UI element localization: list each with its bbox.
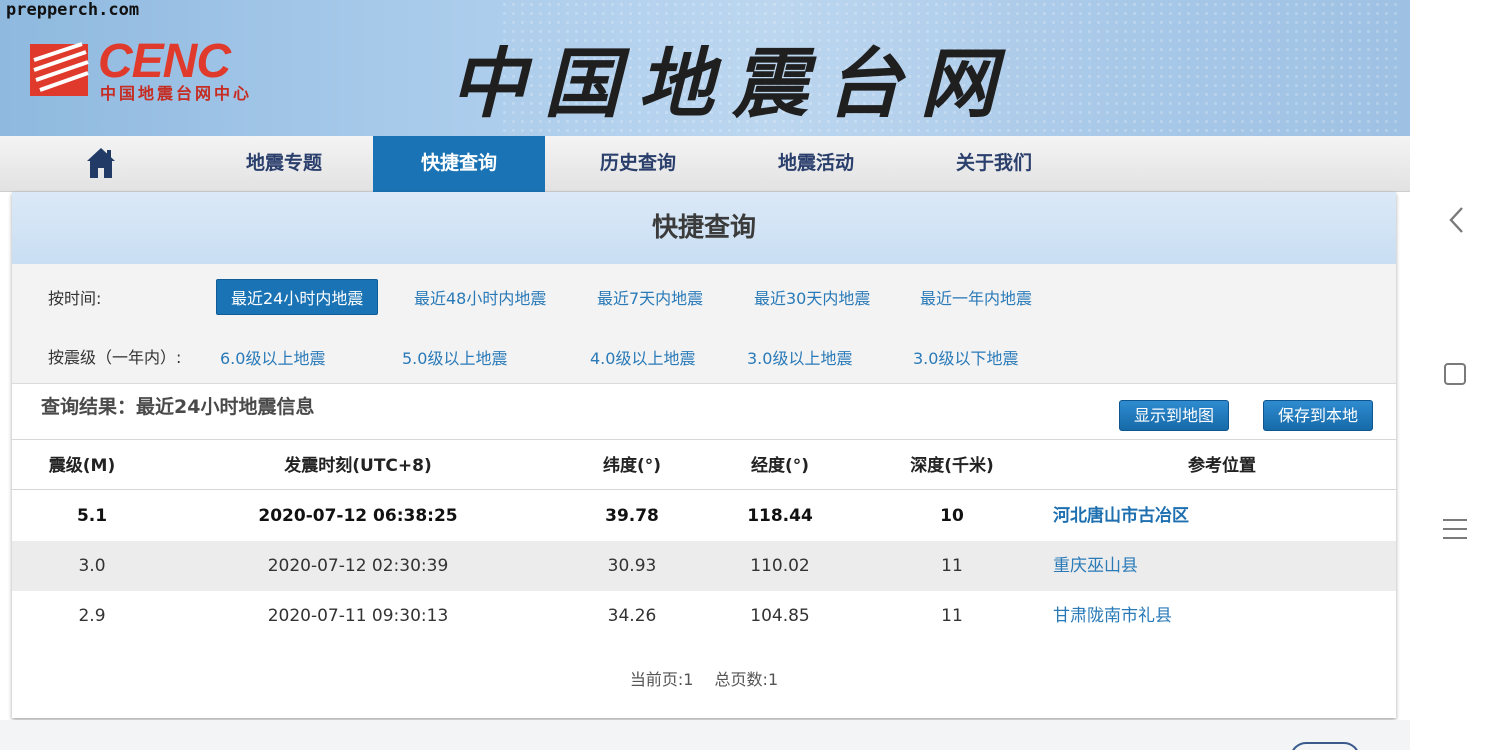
nav-item-quick-query[interactable]: 快捷查询 — [373, 136, 545, 192]
show-on-map-button[interactable]: 显示到地图 — [1119, 400, 1230, 431]
nav-item-about-us[interactable]: 关于我们 — [906, 136, 1082, 192]
table-header: 震级(M) 发震时刻(UTC+8) 纬度(°) 经度(°) 深度(千米) 参考位… — [12, 442, 1396, 490]
site-title: 中国地震台网 — [450, 39, 1014, 128]
table-row: 2.9 2020-07-11 09:30:13 34.26 104.85 11 … — [12, 591, 1396, 641]
recent-apps-icon[interactable] — [1443, 519, 1467, 541]
filter-48h[interactable]: 最近48小时内地震 — [414, 285, 546, 309]
home-icon[interactable] — [86, 146, 116, 180]
cell-depth: 10 — [940, 506, 964, 526]
filter-mag-3-above[interactable]: 3.0级以上地震 — [747, 345, 852, 369]
filter-mag-3-below[interactable]: 3.0级以下地震 — [913, 345, 1018, 369]
cell-location-link[interactable]: 甘肃陇南市礼县 — [1053, 591, 1273, 641]
cenc-logo-icon — [30, 42, 89, 96]
col-latitude: 纬度(°) — [602, 456, 662, 476]
cell-time: 2020-07-12 06:38:25 — [258, 506, 458, 526]
result-title: 查询结果：最近24小时地震信息 — [41, 396, 315, 418]
panel-header: 快捷查询 — [12, 192, 1396, 264]
col-location: 参考位置 — [1188, 456, 1256, 476]
cell-longitude: 110.02 — [750, 556, 810, 576]
col-time: 发震时刻(UTC+8) — [284, 456, 432, 476]
cell-location-link[interactable]: 重庆巫山县 — [1053, 541, 1273, 591]
cell-latitude: 34.26 — [607, 606, 657, 626]
filter-mag-6[interactable]: 6.0级以上地震 — [220, 345, 325, 369]
cell-magnitude: 2.9 — [78, 606, 106, 626]
page: prepperch.com CENC 中国地震台网中心 中国地震台网 地震专题 … — [0, 0, 1500, 750]
cell-latitude: 39.78 — [605, 506, 659, 526]
logo-subtitle: 中国地震台网中心 — [100, 84, 253, 103]
quick-query-panel: 快捷查询 按时间: 最近24小时内地震 最近48小时内地震 最近7天内地震 最近… — [12, 192, 1396, 718]
watermark: prepperch.com — [6, 0, 140, 20]
home-square-icon[interactable] — [1444, 363, 1466, 385]
result-bar: 查询结果：最近24小时地震信息 显示到地图 保存到本地 — [12, 384, 1396, 440]
filter-24h[interactable]: 最近24小时内地震 — [216, 279, 379, 315]
cell-depth: 11 — [941, 556, 963, 576]
main-nav: 地震专题 快捷查询 历史查询 地震活动 关于我们 — [0, 136, 1410, 192]
cenc-logo[interactable]: CENC 中国地震台网中心 — [30, 35, 290, 108]
filter-mag-label: 按震级（一年内）: — [48, 348, 182, 367]
table-row: 3.0 2020-07-12 02:30:39 30.93 110.02 11 … — [12, 541, 1396, 591]
pager-total: 总页数:1 — [714, 670, 779, 689]
emblem-icon — [1290, 742, 1360, 750]
filter-7d[interactable]: 最近7天内地震 — [597, 285, 703, 309]
cell-magnitude: 3.0 — [78, 556, 106, 576]
pagination: 当前页:1 总页数:1 — [12, 666, 1396, 690]
pager-current: 当前页:1 — [629, 670, 694, 689]
col-longitude: 经度(°) — [750, 456, 810, 476]
cell-time: 2020-07-11 09:30:13 — [267, 606, 449, 626]
back-icon[interactable] — [1446, 205, 1468, 235]
nav-item-earthquake-topics[interactable]: 地震专题 — [196, 136, 372, 192]
filter-mag-5[interactable]: 5.0级以上地震 — [402, 345, 507, 369]
col-depth: 深度(千米) — [910, 456, 994, 476]
filter-1y[interactable]: 最近一年内地震 — [920, 285, 1032, 309]
panel-title: 快捷查询 — [651, 213, 756, 243]
footer-strip — [0, 720, 1410, 750]
cell-time: 2020-07-12 02:30:39 — [267, 556, 449, 576]
filter-30d[interactable]: 最近30天内地震 — [754, 285, 870, 309]
nav-item-history-query[interactable]: 历史查询 — [550, 136, 726, 192]
filter-section: 按时间: 最近24小时内地震 最近48小时内地震 最近7天内地震 最近30天内地… — [12, 264, 1396, 384]
cell-depth: 11 — [941, 606, 963, 626]
filter-mag-4[interactable]: 4.0级以上地震 — [590, 345, 695, 369]
col-magnitude: 震级(M) — [48, 456, 116, 476]
filter-time-label: 按时间: — [48, 289, 102, 308]
nav-item-earthquake-activity[interactable]: 地震活动 — [728, 136, 904, 192]
cell-latitude: 30.93 — [607, 556, 657, 576]
table-row: 5.1 2020-07-12 06:38:25 39.78 118.44 10 … — [12, 491, 1396, 541]
cell-magnitude: 5.1 — [76, 506, 108, 526]
save-local-button[interactable]: 保存到本地 — [1263, 400, 1374, 431]
cell-location-link[interactable]: 河北唐山市古冶区 — [1053, 491, 1273, 541]
cell-longitude: 118.44 — [747, 506, 813, 526]
cell-longitude: 104.85 — [750, 606, 810, 626]
